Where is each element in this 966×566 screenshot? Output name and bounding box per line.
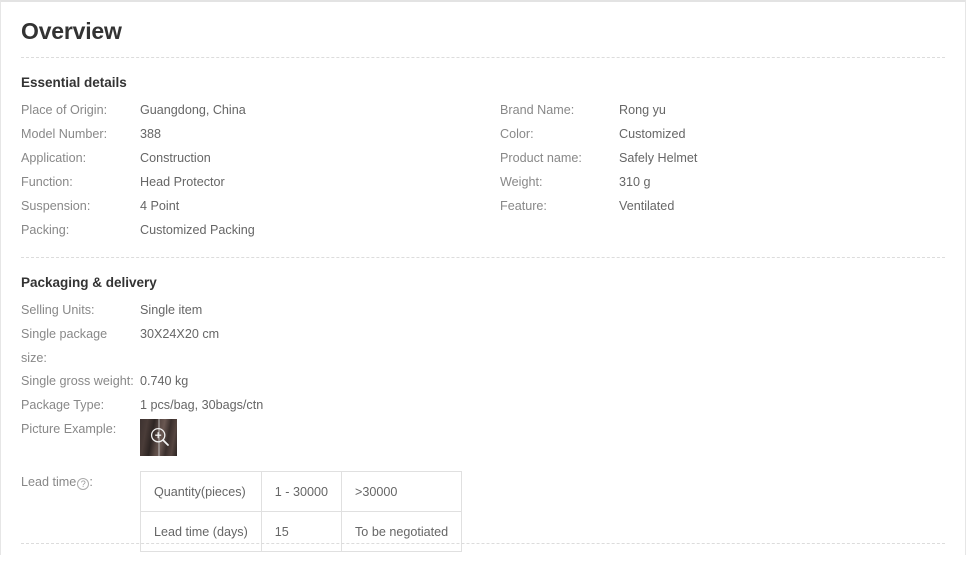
detail-label: Place of Origin: xyxy=(21,103,108,117)
bottom-divider-wrap xyxy=(21,543,945,544)
detail-label: Function: xyxy=(21,175,73,189)
lead-time-table-wrap: Quantity(pieces) 1 - 30000 >30000 Lead t… xyxy=(140,471,463,552)
detail-label: Packing: xyxy=(21,223,70,237)
packaging-label: Package Type: xyxy=(21,398,105,412)
table-cell: >30000 xyxy=(341,471,463,512)
section-title-essential-details: Essential details xyxy=(21,75,127,90)
detail-value: Safely Helmet xyxy=(619,151,698,165)
table-cell: Lead time (days) xyxy=(140,511,262,552)
packaging-row-package-type: Package Type: 1 pcs/bag, 30bags/ctn xyxy=(21,394,945,418)
table-cell: 1 - 30000 xyxy=(260,471,343,512)
detail-value: Guangdong, China xyxy=(140,103,246,117)
detail-label: Brand Name: xyxy=(500,103,575,117)
detail-row-model-number: Model Number: 388 xyxy=(21,123,500,147)
packaging-label: Single gross weight: xyxy=(21,374,134,388)
packaging-row-picture-example: Picture Example: xyxy=(21,418,945,458)
detail-row-weight: Weight: 310 g xyxy=(500,171,940,195)
table-row: Lead time (days) 15 To be negotiated xyxy=(140,511,463,552)
detail-row-suspension: Suspension: 4 Point xyxy=(21,195,500,219)
table-cell: Quantity(pieces) xyxy=(140,471,262,512)
essential-details-columns: Place of Origin: Guangdong, China Model … xyxy=(21,99,945,243)
detail-row-place-of-origin: Place of Origin: Guangdong, China xyxy=(21,99,500,123)
picture-example-value xyxy=(140,418,945,456)
picture-example-thumbnail[interactable] xyxy=(140,419,177,456)
detail-value: Rong yu xyxy=(619,103,666,117)
detail-row-application: Application: Construction xyxy=(21,147,500,171)
lead-time-label-suffix: : xyxy=(89,475,93,489)
packaging-value: Single item xyxy=(140,303,203,317)
table-cell: 15 xyxy=(260,511,343,552)
picture-example-label: Picture Example: xyxy=(21,422,117,436)
packaging-value: 30X24X20 cm xyxy=(140,327,220,341)
detail-value: 388 xyxy=(140,127,162,141)
detail-value: Ventilated xyxy=(619,199,675,213)
detail-row-packing: Packing: Customized Packing xyxy=(21,219,500,243)
detail-label: Model Number: xyxy=(21,127,108,141)
lead-time-label: Lead time?: xyxy=(21,471,140,495)
overview-panel: Overview Essential details Place of Orig… xyxy=(0,0,966,555)
detail-label: Color: xyxy=(500,127,534,141)
detail-value: 4 Point xyxy=(140,199,180,213)
detail-label: Weight: xyxy=(500,175,543,189)
detail-label: Product name: xyxy=(500,151,582,165)
packaging-value: 0.740 kg xyxy=(140,374,189,388)
packaging-row-selling-units: Selling Units: Single item xyxy=(21,299,945,323)
section-title-packaging-delivery: Packaging & delivery xyxy=(21,275,157,290)
detail-value: 310 g xyxy=(619,175,651,189)
zoom-in-icon xyxy=(150,427,169,446)
packaging-label: Single package size: xyxy=(21,327,108,365)
packaging-value: 1 pcs/bag, 30bags/ctn xyxy=(140,398,264,412)
table-row: Quantity(pieces) 1 - 30000 >30000 xyxy=(140,471,463,512)
section-packaging-delivery: Packaging & delivery Selling Units: Sing… xyxy=(21,258,945,566)
detail-row-product-name: Product name: Safely Helmet xyxy=(500,147,940,171)
section-essential-details: Essential details Place of Origin: Guang… xyxy=(21,58,945,257)
detail-row-feature: Feature: Ventilated xyxy=(500,195,940,219)
detail-value: Customized Packing xyxy=(140,223,255,237)
question-mark-icon[interactable]: ? xyxy=(77,478,90,490)
detail-row-brand-name: Brand Name: Rong yu xyxy=(500,99,940,123)
essential-details-right-column: Brand Name: Rong yu Color: Customized Pr… xyxy=(500,99,940,219)
detail-label: Suspension: xyxy=(21,199,91,213)
bottom-divider xyxy=(21,543,945,544)
detail-value: Customized xyxy=(619,127,686,141)
page-title: Overview xyxy=(21,18,122,44)
detail-label: Feature: xyxy=(500,199,547,213)
detail-value: Construction xyxy=(140,151,211,165)
table-cell: To be negotiated xyxy=(341,511,463,552)
packaging-label: Selling Units: xyxy=(21,303,95,317)
packaging-row-single-package-size: Single package size: 30X24X20 cm xyxy=(21,323,945,370)
detail-row-function: Function: Head Protector xyxy=(21,171,500,195)
packaging-row-single-gross-weight: Single gross weight: 0.740 kg xyxy=(21,370,945,394)
packaging-row-lead-time: Lead time?: Quantity(pieces) 1 - 30000 >… xyxy=(21,458,945,552)
detail-label: Application: xyxy=(21,151,87,165)
lead-time-label-text: Lead time xyxy=(21,475,77,489)
detail-value: Head Protector xyxy=(140,175,225,189)
detail-row-color: Color: Customized xyxy=(500,123,940,147)
overview-header: Overview xyxy=(21,2,945,57)
essential-details-left-column: Place of Origin: Guangdong, China Model … xyxy=(21,99,500,243)
lead-time-table: Quantity(pieces) 1 - 30000 >30000 Lead t… xyxy=(140,471,463,552)
